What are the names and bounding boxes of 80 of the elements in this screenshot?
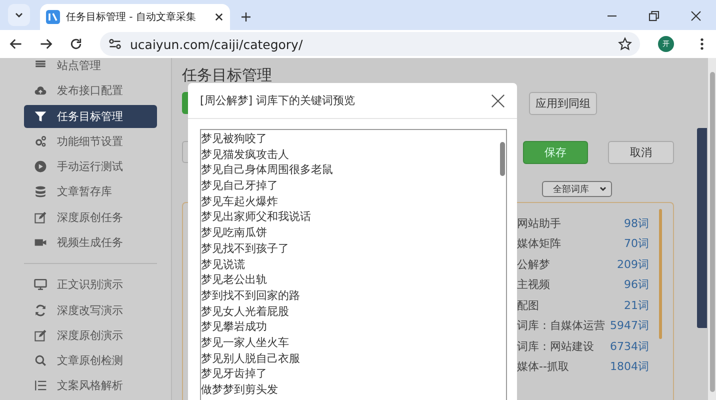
keyword-line: 梦见女人光着屁股 — [201, 304, 290, 320]
filter-icon — [34, 110, 47, 123]
sidebar-item[interactable]: 文案风格解析 — [24, 373, 157, 399]
library-select[interactable]: 全部词库 — [542, 181, 612, 197]
sidebar-item[interactable]: 深度原创演示 — [24, 322, 157, 348]
keyword-line: 梦见老公出轨 — [201, 272, 268, 288]
cloud-upload-icon — [34, 84, 47, 98]
library-name[interactable]: 词库：网站建设 — [517, 338, 594, 354]
library-name[interactable]: 媒体矩阵 — [517, 236, 561, 252]
refresh-icon — [34, 304, 47, 317]
keyword-line: 做梦梦到剪头发 — [201, 382, 279, 398]
bookmark-star-icon[interactable] — [618, 37, 632, 51]
sidebar-item[interactable]: 文章暂存库 — [24, 179, 157, 204]
keyword-line: 梦见攀岩成功 — [201, 319, 268, 335]
edit-icon — [34, 210, 47, 224]
word-count[interactable]: 5947词 — [610, 318, 649, 334]
sidebar-item[interactable]: 任务目标管理 — [24, 104, 157, 128]
address-bar[interactable]: ucaiyun.com/caiji/category/ — [100, 32, 640, 56]
keyword-line: 梦见吃南瓜饼 — [201, 225, 268, 241]
keyword-line: 梦见找不到孩子了 — [201, 240, 290, 256]
dialog-title: [周公解梦] 词库下的关键词预览 — [200, 93, 356, 108]
keyword-line: 梦见自己牙掉了 — [201, 178, 279, 194]
library-name[interactable]: 配图 — [517, 298, 539, 313]
keyword-line: 梦见出家师父和我说话 — [201, 209, 312, 226]
word-count[interactable]: 70词 — [624, 236, 649, 252]
keyword-line: 梦见说谎 — [201, 256, 246, 272]
page-title: 任务目标管理 — [182, 66, 273, 86]
library-name[interactable]: 词库：自媒体运营 — [517, 318, 605, 334]
library-name[interactable]: 主视频 — [517, 277, 550, 292]
scrollbar-thumb — [500, 142, 504, 176]
plus-icon[interactable] — [240, 11, 252, 23]
chevron-down-icon — [599, 185, 607, 193]
keyword-line: 梦见一家人坐火车 — [201, 334, 290, 351]
word-count[interactable]: 21词 — [624, 298, 649, 313]
site-logo-icon — [46, 10, 60, 24]
close-icon[interactable] — [491, 94, 505, 108]
sidebar-item[interactable]: 手动运行测试 — [24, 154, 157, 180]
close-icon[interactable] — [690, 10, 702, 22]
monitor-icon — [34, 278, 47, 292]
word-count[interactable]: 96词 — [624, 277, 649, 292]
url-text: ucaiyun.com/caiji/category/ — [130, 36, 304, 52]
keyword-line: 梦见猫发疯攻击人 — [201, 146, 290, 162]
restore-icon[interactable] — [648, 10, 660, 22]
library-name[interactable]: 网站助手 — [517, 216, 561, 231]
word-count[interactable]: 98词 — [624, 216, 649, 231]
sidebar-item[interactable]: 站点管理 — [24, 58, 157, 78]
search-icon — [34, 354, 47, 368]
keyword-line: 梦见自己身体周围很多老鼠 — [201, 162, 334, 178]
site-settings-icon[interactable] — [108, 37, 122, 51]
keyword-line: 梦见别人脱自己衣服 — [201, 350, 301, 366]
sidebar-item[interactable]: 正文识别演示 — [24, 272, 157, 298]
edit-icon — [34, 328, 47, 342]
reload-icon[interactable] — [68, 36, 84, 52]
cancel-button[interactable]: 取消 — [608, 140, 674, 164]
word-count[interactable]: 209词 — [617, 256, 649, 272]
sidebar-item[interactable]: 功能细节设置 — [24, 128, 157, 154]
library-name[interactable]: 公解梦 — [517, 256, 550, 272]
word-count[interactable]: 6734词 — [610, 338, 649, 354]
list-icon — [34, 379, 47, 392]
save-button[interactable]: 保存 — [523, 140, 588, 164]
keyword-line: 梦到找不到回家的路 — [201, 288, 301, 304]
keyword-line: 梦见车起火爆炸 — [201, 194, 279, 210]
close-icon[interactable] — [214, 12, 224, 22]
dropdown-icon[interactable] — [8, 4, 30, 26]
keyword-line: 梦见被狗咬了 — [201, 131, 268, 147]
sidebar-item[interactable]: 视频生成任务 — [24, 230, 157, 256]
play-icon — [34, 160, 47, 174]
library-name[interactable]: 媒体--抓取 — [517, 359, 569, 374]
keyword-textarea[interactable]: 梦见被狗咬了 梦见猫发疯攻击人 梦见自己身体周围很多老鼠 梦见自己牙掉了 梦见车起火爆炸 梦见出家师父和我说话 梦见吃南瓜饼 梦见找不到孩子了 梦见说谎 梦见老公出轨 梦到找不到回家的路 梦见女人光着屁股 梦见攀岩成功 梦见一家人坐火车 梦见别人脱自己衣服 梦见牙齿掉了 做梦梦到剪头发 — [200, 129, 507, 400]
apply-to-group-button[interactable]: 应用到同组 — [529, 92, 597, 114]
sidebar-item[interactable]: 文章原创检测 — [24, 348, 157, 374]
browser-tab[interactable]: 任务目标管理 - 自动文章采集 — [40, 4, 230, 30]
tab-title: 任务目标管理 - 自动文章采集 — [66, 10, 197, 24]
sidebar-item[interactable]: 发布接口配置 — [24, 78, 157, 104]
word-count[interactable]: 1804词 — [610, 359, 649, 374]
gears-icon — [34, 134, 47, 148]
sidebar-item[interactable]: 深度原创任务 — [24, 204, 157, 230]
sidebar-item[interactable]: 深度改写演示 — [24, 297, 157, 323]
keyword-line: 梦见牙齿掉了 — [201, 366, 268, 382]
database-icon — [34, 185, 47, 198]
